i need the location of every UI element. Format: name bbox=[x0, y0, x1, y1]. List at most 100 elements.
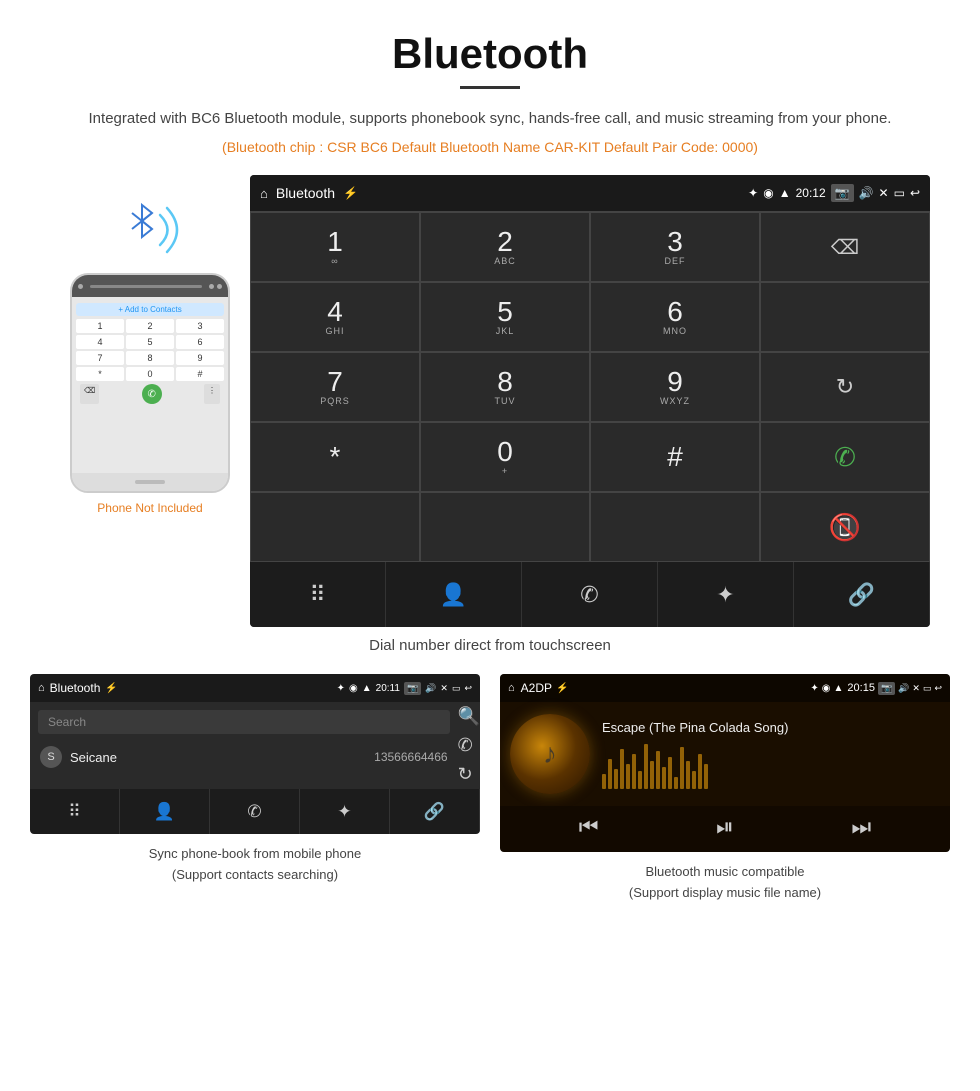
music-card: ⌂ A2DP ⚡ ✦ ◉ ▲ 20:15 📷 🔊 ✕ ▭ ↩ bbox=[500, 674, 950, 904]
dial-key-4[interactable]: 4GHI bbox=[250, 282, 420, 352]
time-display: 20:12 bbox=[796, 186, 826, 200]
album-art: ♪ bbox=[510, 714, 590, 794]
pb-status-left: ⌂ Bluetooth ⚡ bbox=[38, 681, 118, 695]
pb-nav-bt[interactable]: ✦ bbox=[300, 789, 390, 834]
location-icon: ◉ bbox=[763, 186, 773, 200]
title-divider bbox=[460, 86, 520, 89]
dial-key-2[interactable]: 2ABC bbox=[420, 212, 590, 282]
pb-contact-phone: 13566664466 bbox=[374, 750, 447, 764]
home-icon[interactable]: ⌂ bbox=[260, 186, 268, 201]
dial-reload[interactable]: ↻ bbox=[760, 352, 930, 422]
dial-call-red[interactable]: 📵 bbox=[760, 492, 930, 562]
music-screenshot: ⌂ A2DP ⚡ ✦ ◉ ▲ 20:15 📷 🔊 ✕ ▭ ↩ bbox=[500, 674, 950, 852]
music-cam-icon[interactable]: 📷 bbox=[878, 682, 895, 695]
pb-reload-side-icon[interactable]: ↻ bbox=[458, 764, 480, 785]
pb-loc-icon: ◉ bbox=[349, 683, 358, 694]
phone-bottom-row: ⌫ ✆ ⋮ bbox=[76, 384, 224, 404]
music-caption: Bluetooth music compatible (Support disp… bbox=[629, 862, 821, 904]
dial-empty-r5c2 bbox=[420, 492, 590, 562]
music-close-icon[interactable]: ✕ bbox=[912, 683, 920, 694]
music-content: ♪ Escape (The Pina Colada Song) bbox=[500, 702, 950, 806]
usb-icon: ⚡ bbox=[343, 186, 358, 200]
music-visualizer bbox=[602, 739, 940, 789]
nav-contacts-btn[interactable]: 👤 bbox=[386, 562, 522, 627]
volume-icon[interactable]: 🔊 bbox=[859, 186, 874, 200]
nav-link-btn[interactable]: 🔗 bbox=[794, 562, 930, 627]
music-screen: ⌂ A2DP ⚡ ✦ ◉ ▲ 20:15 📷 🔊 ✕ ▭ ↩ bbox=[500, 674, 950, 852]
pb-nav-bar: ⠿ 👤 ✆ ✦ 🔗 bbox=[30, 789, 480, 834]
specs-text: (Bluetooth chip : CSR BC6 Default Blueto… bbox=[0, 139, 980, 155]
pb-status-right: ✦ ◉ ▲ 20:11 📷 🔊 ✕ ▭ ↩ bbox=[337, 682, 472, 695]
phonebook-card: ⌂ Bluetooth ⚡ ✦ ◉ ▲ 20:11 📷 🔊 ✕ ▭ ↩ bbox=[30, 674, 480, 904]
dial-key-7[interactable]: 7PQRS bbox=[250, 352, 420, 422]
dial-key-6[interactable]: 6MNO bbox=[590, 282, 760, 352]
add-contact-btn: + Add to Contacts bbox=[76, 303, 224, 316]
music-vol-icon[interactable]: 🔊 bbox=[898, 683, 909, 694]
pb-back-icon[interactable]: ↩ bbox=[464, 683, 472, 694]
pb-vol-icon[interactable]: 🔊 bbox=[425, 683, 436, 694]
music-loc-icon: ◉ bbox=[822, 683, 831, 694]
pb-close-icon[interactable]: ✕ bbox=[440, 683, 448, 694]
pb-nav-link[interactable]: 🔗 bbox=[390, 789, 480, 834]
phone-screen: + Add to Contacts 123 456 789 *0# ⌫ ✆ ⋮ bbox=[72, 297, 228, 473]
dial-backspace[interactable]: ⌫ bbox=[760, 212, 930, 282]
music-sig-icon: ▲ bbox=[834, 683, 844, 694]
dial-caption: Dial number direct from touchscreen bbox=[0, 637, 980, 654]
nav-bluetooth-btn[interactable]: ✦ bbox=[658, 562, 794, 627]
pb-search-bar[interactable]: Search bbox=[38, 710, 450, 734]
close-icon[interactable]: ✕ bbox=[879, 186, 889, 200]
pb-sig-icon: ▲ bbox=[362, 683, 372, 694]
prev-btn[interactable]: ⏮ bbox=[579, 814, 599, 840]
play-pause-btn[interactable]: ⏯ bbox=[716, 814, 734, 840]
music-controls: ⏮ ⏯ ⏭ bbox=[500, 806, 950, 852]
status-left: ⌂ Bluetooth ⚡ bbox=[260, 185, 358, 201]
dial-key-5[interactable]: 5JKL bbox=[420, 282, 590, 352]
pb-status-bar: ⌂ Bluetooth ⚡ ✦ ◉ ▲ 20:11 📷 🔊 ✕ ▭ ↩ bbox=[30, 674, 480, 702]
camera-icon[interactable]: 📷 bbox=[831, 184, 854, 202]
pb-cam-icon[interactable]: 📷 bbox=[404, 682, 421, 695]
phone-dial-grid: 123 456 789 *0# bbox=[76, 319, 224, 381]
music-status-bar: ⌂ A2DP ⚡ ✦ ◉ ▲ 20:15 📷 🔊 ✕ ▭ ↩ bbox=[500, 674, 950, 702]
music-screen-icon[interactable]: ▭ bbox=[923, 683, 932, 694]
pb-call-side-icon[interactable]: ✆ bbox=[458, 735, 480, 756]
nav-apps-btn[interactable]: ⠿ bbox=[250, 562, 386, 627]
dial-key-0[interactable]: 0+ bbox=[420, 422, 590, 492]
dial-call-green[interactable]: ✆ bbox=[760, 422, 930, 492]
pb-content: Search S Seicane 13566664466 🔍 ✆ ↻ bbox=[30, 702, 480, 789]
phonebook-screenshot: ⌂ Bluetooth ⚡ ✦ ◉ ▲ 20:11 📷 🔊 ✕ ▭ ↩ bbox=[30, 674, 480, 834]
pb-contact-row[interactable]: S Seicane 13566664466 bbox=[38, 740, 450, 774]
pb-search-side-icon[interactable]: 🔍 bbox=[458, 706, 480, 727]
dial-key-hash[interactable]: # bbox=[590, 422, 760, 492]
music-time: 20:15 bbox=[847, 682, 875, 694]
pb-nav-apps[interactable]: ⠿ bbox=[30, 789, 120, 834]
music-home-icon[interactable]: ⌂ bbox=[508, 682, 515, 694]
subtitle-text: Integrated with BC6 Bluetooth module, su… bbox=[0, 107, 980, 131]
dial-key-1[interactable]: 1∞ bbox=[250, 212, 420, 282]
dial-key-9[interactable]: 9WXYZ bbox=[590, 352, 760, 422]
phonebook-caption: Sync phone-book from mobile phone (Suppo… bbox=[149, 844, 361, 886]
pb-home-icon[interactable]: ⌂ bbox=[38, 682, 45, 694]
music-info: Escape (The Pina Colada Song) bbox=[602, 720, 940, 789]
back-icon[interactable]: ↩ bbox=[910, 186, 920, 200]
music-back-icon[interactable]: ↩ bbox=[934, 683, 942, 694]
dial-key-8[interactable]: 8TUV bbox=[420, 352, 590, 422]
bluetooth-status-icon: ✦ bbox=[748, 186, 758, 200]
pb-screen-icon[interactable]: ▭ bbox=[452, 683, 461, 694]
dial-key-3[interactable]: 3DEF bbox=[590, 212, 760, 282]
dial-key-star[interactable]: * bbox=[250, 422, 420, 492]
bottom-row: ⌂ Bluetooth ⚡ ✦ ◉ ▲ 20:11 📷 🔊 ✕ ▭ ↩ bbox=[0, 674, 980, 904]
dial-pad-grid: 1∞ 2ABC 3DEF ⌫ 4GHI 5JKL 6MNO 7PQRS 8TUV… bbox=[250, 211, 930, 562]
pb-nav-contacts[interactable]: 👤 bbox=[120, 789, 210, 834]
screen-icon[interactable]: ▭ bbox=[894, 186, 905, 200]
nav-phone-btn[interactable]: ✆ bbox=[522, 562, 658, 627]
pb-nav-phone[interactable]: ✆ bbox=[210, 789, 300, 834]
music-title: A2DP bbox=[521, 681, 552, 695]
pb-initial: S bbox=[40, 746, 62, 768]
dial-nav-bar: ⠿ 👤 ✆ ✦ 🔗 bbox=[250, 562, 930, 627]
next-btn[interactable]: ⏭ bbox=[851, 814, 871, 840]
phone-top-bar bbox=[72, 275, 228, 297]
main-screenshot-section: + Add to Contacts 123 456 789 *0# ⌫ ✆ ⋮ … bbox=[0, 175, 980, 627]
signal-icon: ▲ bbox=[779, 186, 791, 200]
android-dial-screen: ⌂ Bluetooth ⚡ ✦ ◉ ▲ 20:12 📷 🔊 ✕ ▭ ↩ 1∞ 2… bbox=[250, 175, 930, 627]
pb-side-icons: 🔍 ✆ ↻ bbox=[458, 702, 480, 789]
